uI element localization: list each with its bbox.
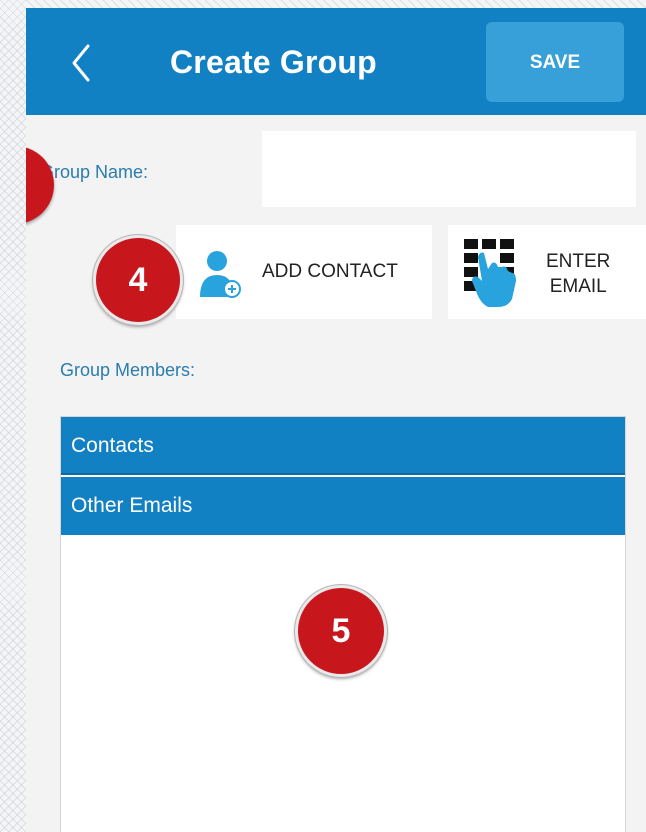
annotation-badge-partial xyxy=(26,146,54,224)
app-bar: Create Group SAVE xyxy=(26,8,646,115)
contacts-section-header[interactable]: Contacts xyxy=(61,417,625,475)
add-contact-label: ADD CONTACT xyxy=(262,261,398,282)
page-title: Create Group xyxy=(170,44,377,80)
annotation-badge-4: 4 xyxy=(93,235,183,325)
enter-email-line1: ENTER xyxy=(546,251,611,272)
keypad-hand-icon xyxy=(464,239,516,307)
add-contact-icon xyxy=(200,251,241,298)
app-screen: Create Group SAVE Group Name: ADD CONTAC… xyxy=(26,8,646,832)
group-members-label: Group Members: xyxy=(60,360,196,380)
background-pattern-left xyxy=(0,0,26,832)
annotation-badge-5: 5 xyxy=(295,585,387,677)
enter-email-button[interactable]: ENTER EMAIL xyxy=(448,225,646,319)
background-pattern-top xyxy=(0,0,646,8)
other-emails-section-header[interactable]: Other Emails xyxy=(61,477,625,535)
back-button[interactable] xyxy=(64,38,104,88)
add-contact-button[interactable]: ADD CONTACT xyxy=(176,225,432,319)
enter-email-label: ENTER EMAIL xyxy=(546,249,610,299)
save-button[interactable]: SAVE xyxy=(486,22,624,102)
group-name-label: Group Name: xyxy=(40,162,149,182)
group-name-input[interactable] xyxy=(262,131,636,207)
chevron-left-icon xyxy=(72,44,90,82)
enter-email-line2: EMAIL xyxy=(549,276,607,297)
